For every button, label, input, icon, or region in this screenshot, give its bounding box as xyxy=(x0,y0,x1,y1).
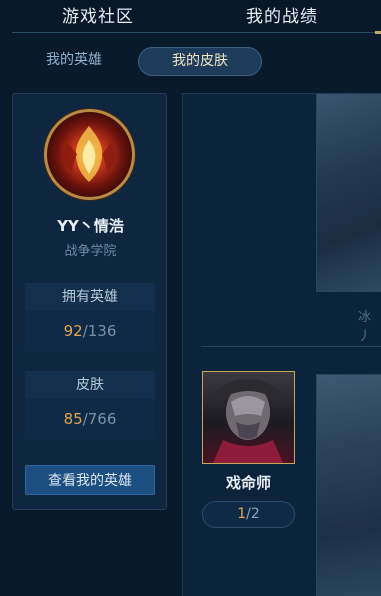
row-divider xyxy=(201,346,381,347)
subtab-my-skins[interactable]: 我的皮肤 xyxy=(138,47,262,76)
skin-list: 冰丿 戏命师 1/2 xyxy=(182,93,381,596)
subtab-my-heroes[interactable]: 我的英雄 xyxy=(30,47,118,76)
player-school: 战争学院 xyxy=(64,244,117,259)
hero-skin-count: 1/2 xyxy=(202,501,295,528)
active-tab-indicator xyxy=(375,31,381,34)
avatar xyxy=(44,109,135,200)
hero-mask-icon xyxy=(213,379,283,463)
skin-image[interactable] xyxy=(316,374,381,596)
hero-skins-owned: 1 xyxy=(237,506,247,522)
skins-total-value: /766 xyxy=(82,410,117,428)
view-my-heroes-button[interactable]: 查看我的英雄 xyxy=(25,465,155,495)
tab-divider xyxy=(12,32,381,33)
player-name: YY丶情浩 xyxy=(57,217,124,235)
hero-skins-total: /2 xyxy=(246,506,260,522)
heroes-owned-label: 拥有英雄 xyxy=(25,283,155,311)
skin-caption: 冰丿 xyxy=(358,310,372,344)
hero-portrait[interactable] xyxy=(202,371,295,464)
heroes-owned-count: 92/136 xyxy=(25,311,155,351)
heroes-total-value: /136 xyxy=(82,322,117,340)
skins-owned-value: 85 xyxy=(63,410,83,428)
heroes-owned-value: 92 xyxy=(63,322,83,340)
top-tab-bar: 游戏社区 我的战绩 xyxy=(0,0,381,34)
skins-owned-count: 85/766 xyxy=(25,399,155,439)
tab-community[interactable]: 游戏社区 xyxy=(62,2,134,27)
profile-panel: YY丶情浩 战争学院 拥有英雄 92/136 皮肤 85/766 查看我的英雄 xyxy=(12,93,167,510)
flame-emblem-icon xyxy=(63,126,116,182)
skins-owned-label: 皮肤 xyxy=(25,371,155,399)
hero-name: 戏命师 xyxy=(225,474,271,492)
skin-image[interactable] xyxy=(316,94,381,292)
tab-my-records[interactable]: 我的战绩 xyxy=(246,2,318,27)
